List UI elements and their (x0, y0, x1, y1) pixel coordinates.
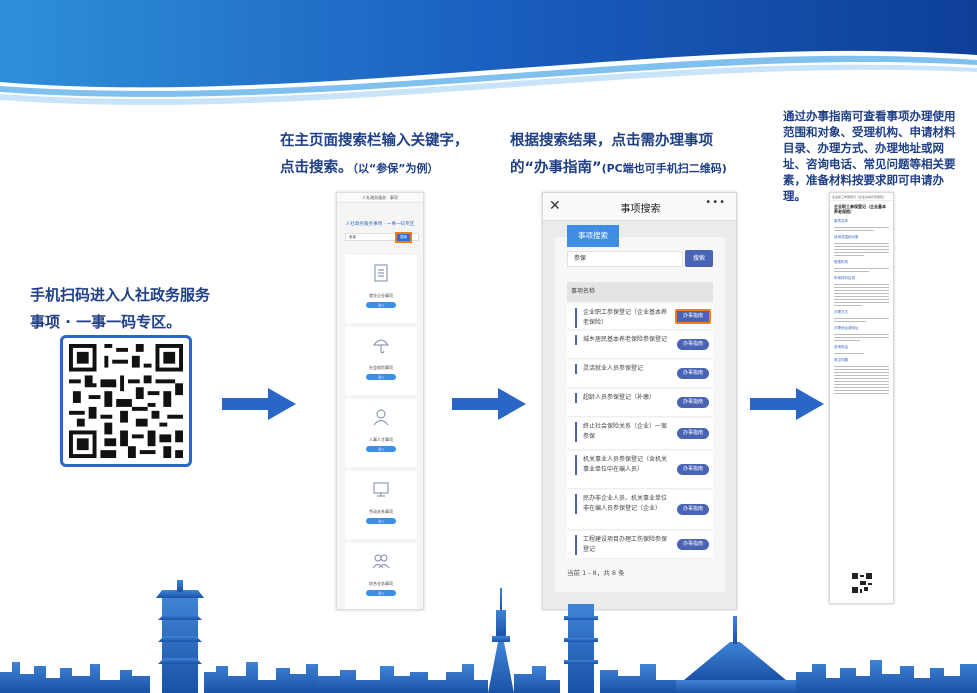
doc-section: 办理地址或网址 (834, 326, 859, 330)
guide-button[interactable]: 办事指南 (675, 309, 711, 324)
category-card[interactable]: 社会保险事项 进入 (345, 327, 417, 395)
step3-note: (PC端也可手机扫二维码) (601, 162, 727, 175)
qr-code[interactable] (60, 335, 192, 467)
category-label: 劳动关系事项 (369, 509, 393, 514)
pagination-info: 当前 1 - 8，共 8 条 (567, 569, 625, 577)
doc-section: 受理机构 (834, 260, 848, 264)
table-row: 城乡居民基本养老保险参保登记 办事指南 (567, 331, 713, 359)
phone1-header: 人社政务服务事项 · 一事一码专区 (345, 222, 415, 227)
guide-button[interactable]: 办事指南 (677, 428, 709, 439)
row-name: 终止社会保险关系（企业）一案参保 (575, 422, 667, 442)
category-enter-button[interactable]: 进入 (366, 446, 396, 452)
doc-section: 事项名称 (834, 219, 848, 223)
step4-instruction: 通过办事指南可查看事项办理使用范围和对象、受理机构、申请材料目录、办理方式、办理… (783, 109, 956, 203)
phone-search-results: ✕ 事项搜索 ••• 事项搜索 参保 搜索 事项名称 企业职工参保登记（企业基本… (542, 192, 737, 610)
arrow-right-icon (452, 388, 526, 420)
column-header: 事项名称 (567, 282, 713, 302)
category-enter-button[interactable]: 进入 (366, 374, 396, 380)
table-row: 民办非企业人员、机关事业单位非在编人员参保登记（企业） 办事指南 (567, 490, 713, 530)
row-name: 企业职工参保登记（企业基本养老保险） (575, 308, 667, 328)
doc-topbar: 企业职工参保登记（企业基本养老保险） (830, 193, 893, 201)
step3-line1: 根据搜索结果，点击需办理事项 (510, 133, 713, 149)
category-label: 社会保险事项 (369, 365, 393, 370)
doc-section: 咨询电话 (834, 345, 848, 349)
doc-section: 适用范围和对象 (834, 235, 859, 239)
guide-button[interactable]: 办事指南 (677, 368, 709, 379)
table-row: 机关事业人员参保登记（含机关事业单位中在编人员） 办事指南 (567, 451, 713, 489)
category-card[interactable]: 就业企业事项 进入 (345, 255, 417, 323)
category-label: 人事人才事项 (369, 437, 393, 442)
arrow-right-icon (222, 388, 296, 420)
search-input[interactable]: 参保 (567, 251, 683, 267)
doc-section: 申请材料目录 (834, 276, 855, 280)
header-banner (0, 0, 977, 105)
guide-document: 企业职工参保登记（企业基本养老保险） 企业职工参保登记（企业基本养老保险） 事项… (829, 192, 894, 604)
guide-button[interactable]: 办事指南 (677, 539, 709, 550)
phone1-search-button[interactable]: 搜索 (395, 232, 412, 243)
city-skyline (0, 580, 977, 693)
table-row: 企业职工参保登记（企业基本养老保险） 办事指南 (567, 304, 713, 330)
step3-line2: 的“办事指南” (510, 160, 602, 176)
row-name: 机关事业人员参保登记（含机关事业单位中在编人员） (575, 455, 667, 475)
guide-button[interactable]: 办事指南 (677, 464, 709, 475)
category-enter-button[interactable]: 进入 (366, 302, 396, 308)
table-row: 超龄人员参保登记（补缴） 办事指南 (567, 389, 713, 417)
more-icon[interactable]: ••• (705, 197, 726, 208)
row-name: 民办非企业人员、机关事业单位非在编人员参保登记（企业） (575, 494, 667, 514)
phone-home-screen: 人社政务服务 · 事项 人社政务服务事项 · 一事一码专区 参保 搜索 就业企业… (336, 192, 424, 610)
row-name: 工程建设项目办理工伤保险参保登记 (575, 535, 667, 555)
row-name: 灵活就业人员参保登记 (575, 364, 667, 374)
person-icon (373, 409, 389, 426)
tab-search[interactable]: 事项搜索 (567, 225, 619, 247)
qr-code-icon (69, 344, 183, 458)
guide-button[interactable]: 办事指南 (677, 504, 709, 515)
category-card[interactable]: 劳动关系事项 进入 (345, 471, 417, 539)
step2-line1: 在主页面搜索栏输入关键字， (280, 133, 469, 149)
step2-instruction: 在主页面搜索栏输入关键字， 点击搜索。（以“参保”为例） (280, 128, 510, 182)
step2-line2: 点击搜索。 (280, 160, 353, 176)
guide-button[interactable]: 办事指南 (677, 397, 709, 408)
doc-section: 办理方式 (834, 310, 848, 314)
guide-button[interactable]: 办事指南 (677, 339, 709, 350)
row-name: 城乡居民基本养老保险参保登记 (575, 335, 667, 345)
category-enter-button[interactable]: 进入 (366, 518, 396, 524)
table-row: 终止社会保险关系（企业）一案参保 办事指南 (567, 418, 713, 450)
doc-section: 常见问题 (834, 358, 848, 362)
phone2-topbar: ✕ 事项搜索 ••• (543, 193, 736, 221)
category-card[interactable]: 人事人才事项 进入 (345, 399, 417, 467)
monitor-icon (373, 482, 389, 497)
row-name: 超龄人员参保登记（补缴） (575, 393, 667, 403)
doc-title: 企业职工参保登记（企业基本养老保险） (834, 204, 886, 214)
phone1-title: 人社政务服务 · 事项 (337, 193, 423, 203)
arrow-right-icon (750, 388, 824, 420)
step2-note: （以“参保”为例） (352, 162, 439, 175)
step1-instruction: 手机扫码进入人社政务服务 事项 · 一事一码专区。 (30, 282, 270, 336)
people-icon (372, 554, 390, 569)
step1-line1: 手机扫码进入人社政务服务 (30, 286, 211, 304)
step3-instruction: 根据搜索结果，点击需办理事项 的“办事指南”(PC端也可手机扫二维码) (510, 128, 775, 182)
table-row: 灵活就业人员参保登记 办事指南 (567, 360, 713, 388)
step1-line2: 事项 · 一事一码专区。 (30, 313, 182, 331)
document-icon (374, 264, 388, 282)
table-row: 工程建设项目办理工伤保险参保登记 办事指南 (567, 531, 713, 559)
umbrella-icon (373, 339, 389, 354)
category-label: 就业企业事项 (369, 293, 393, 298)
search-button[interactable]: 搜索 (685, 250, 713, 267)
